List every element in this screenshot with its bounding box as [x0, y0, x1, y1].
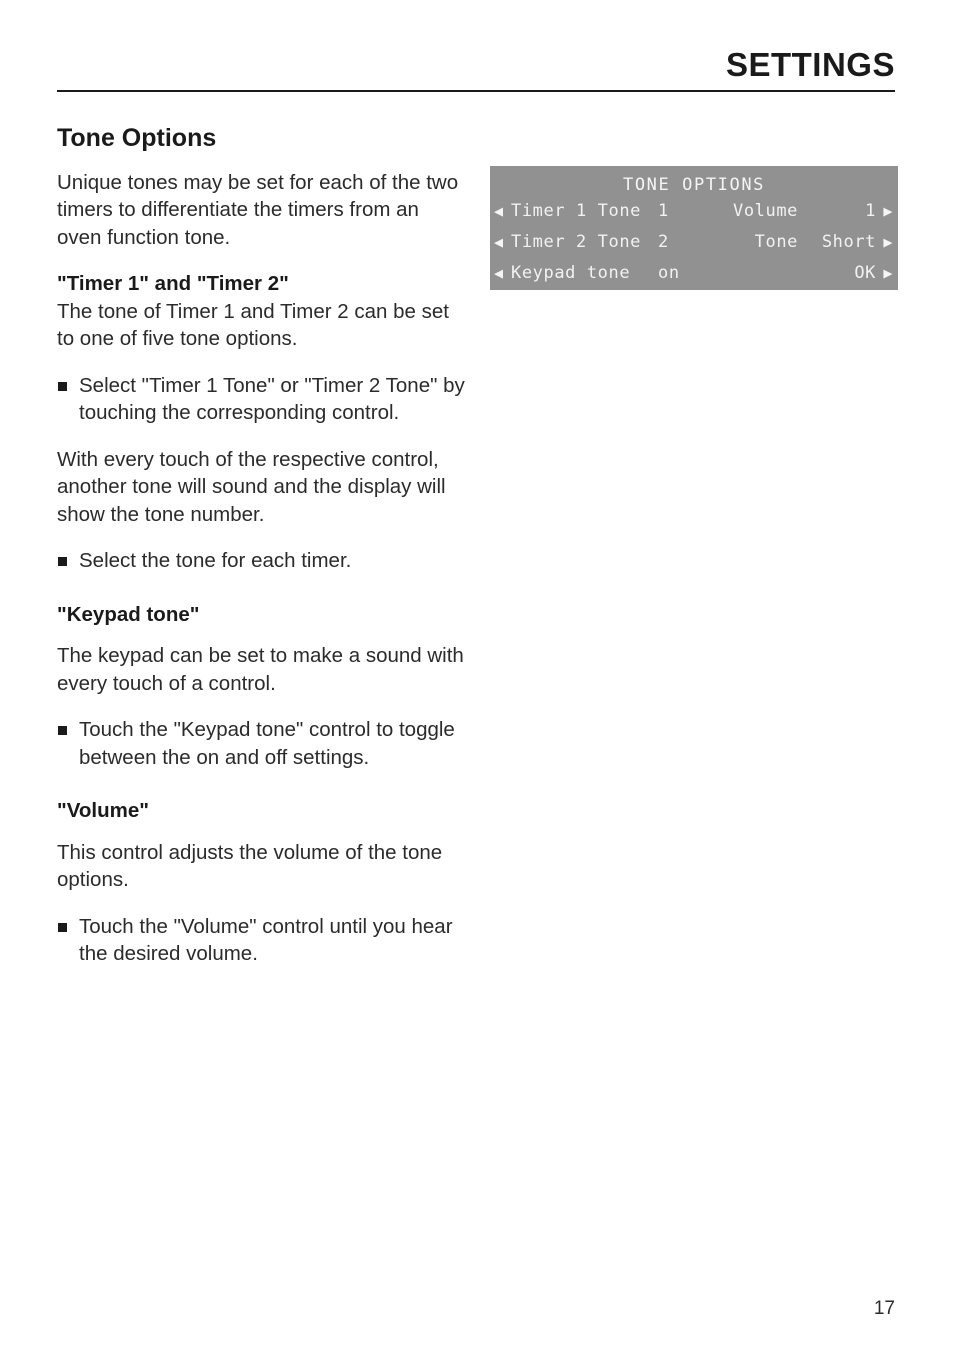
lcd-row-timer-1: ◀ Timer 1 Tone 1 Volume 1 ▶ — [490, 196, 898, 227]
arrow-left-icon[interactable]: ◀ — [494, 258, 508, 289]
lcd-label-timer-2-tone: Timer 2 Tone — [511, 232, 642, 252]
lcd-value-timer-2-tone: 2 — [658, 232, 669, 252]
list-item: Select the tone for each timer. — [57, 547, 467, 575]
arrow-left-icon[interactable]: ◀ — [494, 196, 508, 227]
arrow-left-icon[interactable]: ◀ — [494, 227, 508, 258]
lcd-label-volume: Volume — [732, 201, 798, 221]
timers-body-paragraph: The tone of Timer 1 and Timer 2 can be s… — [57, 299, 449, 351]
square-bullet-icon — [58, 922, 67, 932]
header-divider — [57, 90, 895, 92]
lcd-value-ok: OK — [854, 263, 876, 283]
page-number: 17 — [873, 1298, 895, 1319]
list-item-text: Touch the "Volume" control until you hea… — [79, 914, 453, 966]
lcd-display-illustration: TONE OPTIONS ◀ Timer 1 Tone 1 Volume 1 ▶… — [490, 166, 898, 290]
lcd-screen-title: TONE OPTIONS — [622, 175, 766, 195]
timers-body-paragraph-2: With every touch of the respective contr… — [57, 447, 446, 526]
list-item-text: Select "Timer 1 Tone" or "Timer 2 Tone" … — [79, 373, 465, 425]
lcd-value-volume: 1 — [865, 201, 876, 221]
square-bullet-icon — [58, 381, 67, 391]
subheading-timers: "Timer 1" and "Timer 2" — [57, 272, 289, 296]
list-item: Touch the "Volume" control until you hea… — [57, 913, 467, 968]
keypad-body-paragraph: The keypad can be set to make a sound wi… — [57, 644, 464, 695]
subheading-keypad-tone: "Keypad tone" — [57, 602, 200, 626]
list-item-text: Touch the "Keypad tone" control to toggl… — [79, 718, 455, 769]
list-item-text: Select the tone for each timer. — [79, 549, 352, 573]
lcd-label-tone: Tone — [754, 232, 798, 252]
square-bullet-icon — [58, 726, 67, 736]
arrow-right-icon[interactable]: ▶ — [879, 227, 893, 258]
square-bullet-icon — [58, 557, 67, 567]
lcd-value-tone: Short — [821, 232, 876, 252]
lcd-value-keypad-tone: on — [658, 263, 680, 283]
lcd-row-keypad-tone: ◀ Keypad tone on OK ▶ — [490, 258, 898, 289]
section-heading: Tone Options — [57, 124, 217, 152]
list-item: Touch the "Keypad tone" control to toggl… — [57, 716, 467, 771]
list-item: Select "Timer 1 Tone" or "Timer 2 Tone" … — [57, 372, 467, 427]
lcd-label-timer-1-tone: Timer 1 Tone — [511, 201, 642, 221]
arrow-right-icon[interactable]: ▶ — [879, 196, 893, 227]
volume-body-paragraph: This control adjusts the volume of the t… — [57, 840, 443, 892]
lcd-value-timer-1-tone: 1 — [658, 201, 669, 221]
subheading-volume: "Volume" — [57, 799, 149, 823]
body-text-column: Tone Options Unique tones may be set for… — [57, 124, 467, 987]
lcd-row-timer-2: ◀ Timer 2 Tone 2 Tone Short ▶ — [490, 227, 898, 258]
page-title: SETTINGS — [725, 46, 895, 83]
lcd-label-keypad-tone: Keypad tone — [511, 263, 631, 283]
page-header: SETTINGS — [57, 48, 895, 92]
arrow-right-icon[interactable]: ▶ — [879, 258, 893, 289]
section-intro-paragraph: Unique tones may be set for each of the … — [57, 170, 459, 249]
